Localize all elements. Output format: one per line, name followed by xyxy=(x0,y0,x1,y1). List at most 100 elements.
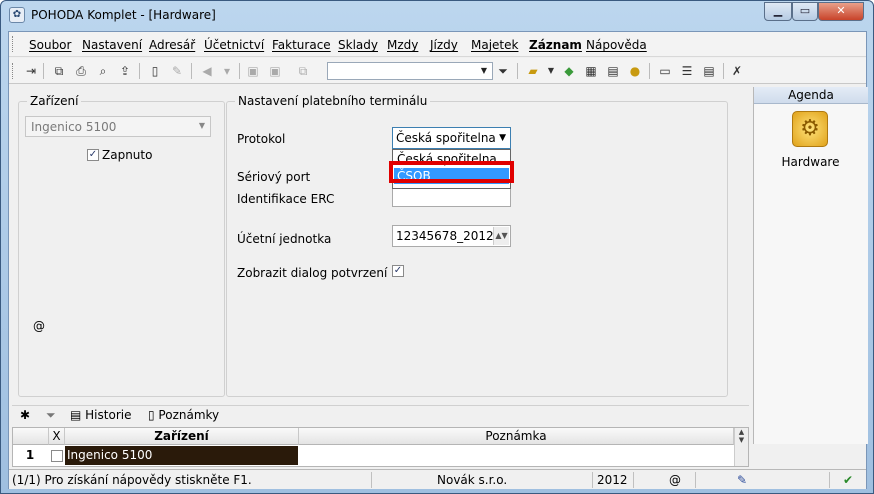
check-circle-icon[interactable]: ✔ xyxy=(843,473,853,487)
terminal-group-label: Nastavení platebního terminálu xyxy=(235,94,431,108)
grid-header-row-num xyxy=(13,428,49,445)
menu-ucetnictvi[interactable]: Účetnictví xyxy=(204,38,264,52)
status-year: 2012 xyxy=(597,473,628,487)
menu-napoveda[interactable]: Nápověda xyxy=(586,38,647,52)
grid-header-device[interactable]: Zařízení xyxy=(65,428,299,445)
status-bar: (1/1) Pro získání nápovědy stiskněte F1.… xyxy=(9,469,866,489)
grid-header-note[interactable]: Poznámka xyxy=(299,428,734,445)
bottom-tab-bar: ✱ ⏷ ▤ Historie ▯ Poznámky xyxy=(12,405,749,425)
agenda-search-combo[interactable]: ▼ xyxy=(327,62,493,80)
menu-bar: Soubor Nastavení Adresář Účetnictví Fakt… xyxy=(9,32,866,57)
folder-icon[interactable]: ▰ xyxy=(525,63,541,79)
status-company: Novák s.r.o. xyxy=(437,473,508,487)
print-icon[interactable]: ⎙ xyxy=(73,63,89,79)
hardware-agenda-icon[interactable]: ⚙ xyxy=(792,111,828,147)
tab-historie[interactable]: ▤ Historie xyxy=(68,408,131,424)
preview-icon[interactable]: ⌕ xyxy=(95,63,111,79)
export-icon[interactable]: ⇪ xyxy=(117,63,133,79)
menu-jizdy[interactable]: Jízdy xyxy=(430,38,458,52)
chevron-down-icon[interactable]: ▼ xyxy=(499,133,506,143)
list-icon[interactable]: ☰ xyxy=(679,63,695,79)
menu-adresar[interactable]: Adresář xyxy=(149,38,195,52)
grid-scrollbar[interactable]: ▲ ▼ xyxy=(734,428,748,466)
forward-icon[interactable]: ▾ xyxy=(219,63,235,79)
status-separator xyxy=(633,472,634,488)
confirm-dialog-label: Zobrazit dialog potvrzení xyxy=(237,266,388,280)
title-bar[interactable]: ✿ POHODA Komplet - [Hardware] ▁ ▭ ✕ xyxy=(1,1,873,29)
detail-form: Zařízení Ingenico 5100 ▼ ✓ Zapnuto @ Nas… xyxy=(12,87,749,444)
accounting-unit-label: Účetní jednotka xyxy=(237,232,332,246)
toolbar-separator xyxy=(139,63,140,79)
pen-icon[interactable]: ✎ xyxy=(737,473,747,487)
asterisk-tab-icon[interactable]: ✱ xyxy=(18,408,30,424)
copy-agenda-icon[interactable]: ⧉ xyxy=(51,63,67,79)
note-icon[interactable]: ▤ xyxy=(701,63,717,79)
duplicate-icon[interactable]: ⧉ xyxy=(295,63,311,79)
serial-port-label: Sériový port xyxy=(237,170,311,184)
annotation-highlight-box xyxy=(389,161,514,183)
enabled-label: Zapnuto xyxy=(102,148,153,162)
toolbar-separator xyxy=(517,63,518,79)
status-help-text: (1/1) Pro získání nápovědy stiskněte F1. xyxy=(12,473,252,487)
toolbar: ⇥ ⧉ ⎙ ⌕ ⇪ ▯ ✎ ◀ ▾ ▣ ▣ ⧉ ▼ ⏷ ▰ ▼ ◆ ▦ ▤ ● … xyxy=(9,58,866,84)
save-icon[interactable]: ▣ xyxy=(245,63,261,79)
toolbar-separator xyxy=(649,63,650,79)
chevron-down-icon: ▼ xyxy=(198,121,205,130)
menu-fakturace[interactable]: Fakturace xyxy=(272,38,331,52)
menu-zaznam[interactable]: Záznam xyxy=(529,38,582,52)
agenda-header: Agenda xyxy=(754,87,868,104)
back-icon[interactable]: ◀ xyxy=(199,63,215,79)
status-separator xyxy=(371,472,372,488)
close-button[interactable]: ✕ xyxy=(818,2,864,21)
table-row-note[interactable] xyxy=(299,446,734,465)
tab-poznamky-label: Poznámky xyxy=(158,408,220,422)
coins-icon[interactable]: ● xyxy=(627,63,643,79)
calculator-icon[interactable]: ▦ xyxy=(583,63,599,79)
edit-icon[interactable]: ✎ xyxy=(169,63,185,79)
table-row-checkbox[interactable] xyxy=(51,450,63,462)
spinner-icon[interactable]: ▲▼ xyxy=(493,227,509,245)
new-icon[interactable]: ▯ xyxy=(147,63,163,79)
menu-sklady[interactable]: Sklady xyxy=(338,38,378,52)
enabled-checkbox[interactable]: ✓ xyxy=(87,149,99,161)
agenda-item-hardware[interactable]: Hardware xyxy=(754,155,867,169)
tag-icon[interactable]: ◆ xyxy=(561,63,577,79)
protocol-select[interactable]: Česká spořitelna ▼ xyxy=(392,127,511,149)
maximize-button[interactable]: ▭ xyxy=(792,2,818,21)
toolbar-separator xyxy=(239,63,240,79)
menu-mzdy[interactable]: Mzdy xyxy=(387,38,418,52)
menu-soubor[interactable]: Soubor xyxy=(29,38,71,52)
exit-icon[interactable]: ⇥ xyxy=(23,63,39,79)
client-area: Soubor Nastavení Adresář Účetnictví Fakt… xyxy=(8,31,868,489)
device-group: Zařízení xyxy=(18,94,225,397)
status-at-sign: @ xyxy=(669,473,681,487)
chevron-down-icon[interactable]: ▼ xyxy=(543,63,559,79)
accounting-unit-field[interactable]: 12345678_2012.m ▲▼ xyxy=(392,225,511,247)
status-separator xyxy=(829,472,830,488)
menubar-grip[interactable] xyxy=(12,36,15,52)
confirm-dialog-checkbox[interactable]: ✓ xyxy=(392,265,404,277)
filter-icon[interactable]: ⏷ xyxy=(495,63,511,79)
save-all-icon[interactable]: ▣ xyxy=(267,63,283,79)
agenda-panel: Agenda ⚙ Hardware xyxy=(753,87,868,444)
application-window: ✿ POHODA Komplet - [Hardware] ▁ ▭ ✕ Soub… xyxy=(0,0,874,494)
toolbar-grip[interactable] xyxy=(12,63,15,79)
tab-historie-label: Historie xyxy=(85,408,132,422)
filter-tab-icon[interactable]: ⏷ xyxy=(44,408,56,424)
settings-icon[interactable]: ✗ xyxy=(729,63,745,79)
menu-nastaveni[interactable]: Nastavení xyxy=(82,38,142,52)
minimize-button[interactable]: ▁ xyxy=(764,2,792,21)
app-logo-icon[interactable]: ✿ xyxy=(9,7,25,23)
at-sign-icon: @ xyxy=(33,319,45,333)
message-icon[interactable]: ▭ xyxy=(657,63,673,79)
status-separator xyxy=(592,472,593,488)
tab-poznamky[interactable]: ▯ Poznámky xyxy=(146,408,219,424)
status-separator xyxy=(695,472,696,488)
menu-majetek[interactable]: Majetek xyxy=(471,38,518,52)
grid-header-x[interactable]: X xyxy=(49,428,65,445)
table-row-device[interactable]: Ingenico 5100 xyxy=(65,446,298,465)
table-icon[interactable]: ▤ xyxy=(605,63,621,79)
chevron-down-icon[interactable]: ▼ xyxy=(477,64,491,78)
protocol-label: Protokol xyxy=(237,132,286,146)
device-group-label: Zařízení xyxy=(27,94,82,108)
